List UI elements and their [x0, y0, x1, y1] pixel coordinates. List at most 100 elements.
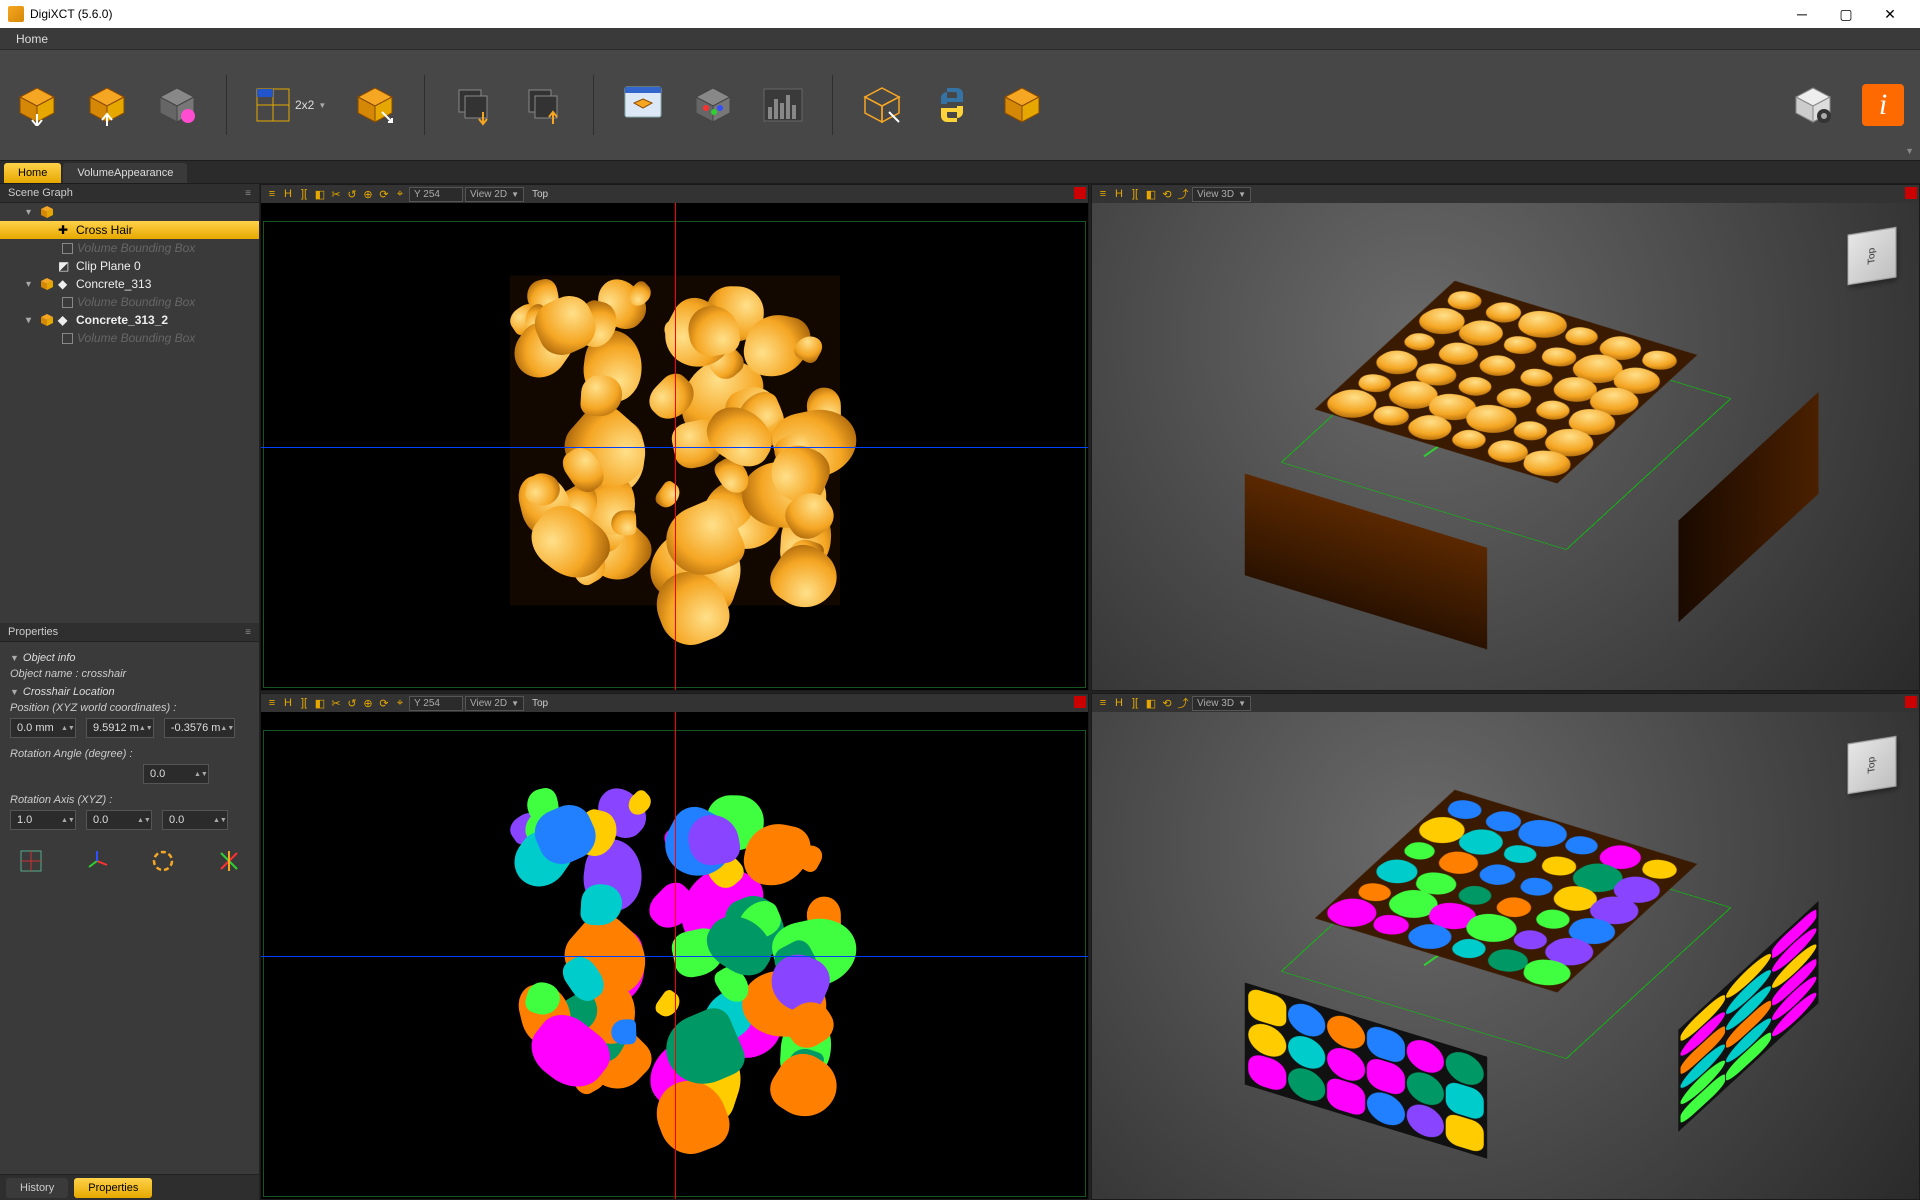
- histogram-icon[interactable]: [762, 84, 804, 126]
- vp-tool-icon[interactable]: H: [1112, 696, 1126, 710]
- vp-tool-icon[interactable]: ⟳: [377, 187, 391, 201]
- vp-tool-icon[interactable]: H: [1112, 187, 1126, 201]
- info-icon[interactable]: i: [1862, 84, 1904, 126]
- reset-rotation-icon[interactable]: [150, 848, 176, 874]
- view-mode-select[interactable]: View 2D ▼: [465, 187, 524, 202]
- nav-cube[interactable]: Top: [1848, 227, 1897, 286]
- section-crosshair-location[interactable]: ▼Crosshair Location: [10, 686, 249, 698]
- align-axes-icon[interactable]: [216, 848, 242, 874]
- vp-tool-icon[interactable]: ⌖: [393, 187, 407, 201]
- tree-vbb-1[interactable]: Volume Bounding Box: [0, 239, 259, 257]
- vp-tool-icon[interactable]: ][: [297, 187, 311, 201]
- vp-tool-icon[interactable]: ✂: [329, 187, 343, 201]
- menu-home[interactable]: Home: [8, 30, 56, 48]
- vp-tool-icon[interactable]: ⊕: [361, 696, 375, 710]
- volume-3d-segmented[interactable]: [1314, 840, 1696, 1043]
- window-minimize-button[interactable]: ─: [1780, 0, 1824, 28]
- vp-tool-icon[interactable]: ↺: [345, 187, 359, 201]
- window-maximize-button[interactable]: ▢: [1824, 0, 1868, 28]
- viewport-canvas[interactable]: [261, 712, 1088, 1199]
- tree-root[interactable]: ▾: [0, 203, 259, 221]
- window-close-button[interactable]: ✕: [1868, 0, 1912, 28]
- vp-tool-icon[interactable]: ↺: [345, 696, 359, 710]
- section-object-info[interactable]: ▼Object info: [10, 652, 249, 664]
- pos-y-input[interactable]: 9.5912 m▲▼: [86, 718, 154, 738]
- vp-tool-icon[interactable]: ≡: [1096, 187, 1110, 201]
- open-volume-icon[interactable]: [16, 84, 58, 126]
- viewport-canvas-3d[interactable]: Top: [1092, 203, 1919, 690]
- tree-vbb-2[interactable]: Volume Bounding Box: [0, 293, 259, 311]
- colormap-cube-icon[interactable]: [692, 84, 734, 126]
- view-mode-select[interactable]: View 3D ▼: [1192, 696, 1251, 711]
- tree-concrete-313-2[interactable]: ▾◆Concrete_313_2: [0, 311, 259, 329]
- vp-tool-icon[interactable]: ⤴: [1176, 696, 1190, 710]
- vp-tool-icon[interactable]: H: [281, 187, 295, 201]
- vp-tool-icon[interactable]: ◧: [313, 187, 327, 201]
- vp-tool-icon[interactable]: ⟲: [1160, 187, 1174, 201]
- vp-tool-icon[interactable]: ][: [1128, 696, 1142, 710]
- panel-options-icon[interactable]: ≡: [245, 188, 251, 199]
- viewport-2d-top-left[interactable]: ≡ H ][ ◧ ✂ ↺ ⊕ ⟳ ⌖ Y 254 View 2D ▼ Top: [260, 184, 1089, 691]
- python-icon[interactable]: [931, 84, 973, 126]
- pos-x-input[interactable]: 0.0 mm▲▼: [10, 718, 76, 738]
- orientation-label[interactable]: Top: [526, 698, 554, 709]
- wire-cube-icon[interactable]: [861, 84, 903, 126]
- vp-tool-icon[interactable]: ◧: [313, 696, 327, 710]
- vp-tool-icon[interactable]: ⤴: [1176, 187, 1190, 201]
- vp-tool-icon[interactable]: ⟲: [1160, 696, 1174, 710]
- solid-cube-icon[interactable]: [1001, 84, 1043, 126]
- orientation-label[interactable]: Top: [526, 189, 554, 200]
- volume-select-icon[interactable]: [156, 84, 198, 126]
- vp-tool-icon[interactable]: ≡: [265, 187, 279, 201]
- viewport-canvas[interactable]: [261, 203, 1088, 690]
- vp-tool-icon[interactable]: H: [281, 696, 295, 710]
- scene-graph-tree[interactable]: ▾ ✚Cross Hair Volume Bounding Box ◩Clip …: [0, 203, 259, 623]
- viewport-3d-bottom-right[interactable]: ≡ H ][ ◧ ⟲ ⤴ View 3D ▼: [1091, 693, 1920, 1200]
- vp-tool-icon[interactable]: ✂: [329, 696, 343, 710]
- axis-x-input[interactable]: 1.0▲▼: [10, 810, 76, 830]
- slice-value[interactable]: Y 254: [409, 187, 463, 202]
- crosshair-vertical[interactable]: [675, 203, 676, 690]
- vp-tool-icon[interactable]: ◧: [1144, 187, 1158, 201]
- slice-value[interactable]: Y 254: [409, 696, 463, 711]
- tab-history[interactable]: History: [6, 1178, 68, 1198]
- vp-tool-icon[interactable]: ⌖: [393, 696, 407, 710]
- vp-tool-icon[interactable]: ⊕: [361, 187, 375, 201]
- tree-crosshair[interactable]: ✚Cross Hair: [0, 221, 259, 239]
- volume-3d[interactable]: [1314, 331, 1696, 534]
- axis-gizmo-icon[interactable]: [84, 848, 110, 874]
- select-cube-icon[interactable]: [354, 84, 396, 126]
- tree-concrete-313[interactable]: ▾◆Concrete_313: [0, 275, 259, 293]
- viewport-3d-top-right[interactable]: ≡ H ][ ◧ ⟲ ⤴ View 3D ▼: [1091, 184, 1920, 691]
- tab-volume-appearance[interactable]: VolumeAppearance: [63, 163, 187, 183]
- rot-angle-input[interactable]: 0.0▲▼: [143, 764, 209, 784]
- vp-tool-icon[interactable]: ◧: [1144, 696, 1158, 710]
- stack-up-icon[interactable]: [523, 84, 565, 126]
- vp-tool-icon[interactable]: ][: [1128, 187, 1142, 201]
- tab-properties[interactable]: Properties: [74, 1178, 152, 1198]
- screenshot-icon[interactable]: [622, 84, 664, 126]
- vp-tool-icon[interactable]: ≡: [1096, 696, 1110, 710]
- vp-tool-icon[interactable]: ⟳: [377, 696, 391, 710]
- export-volume-icon[interactable]: [86, 84, 128, 126]
- crosshair-vertical[interactable]: [675, 712, 676, 1199]
- tree-clipplane[interactable]: ◩Clip Plane 0: [0, 257, 259, 275]
- pos-z-input[interactable]: -0.3576 m▲▼: [164, 718, 236, 738]
- viewport-2d-bottom-left[interactable]: ≡ H ][ ◧ ✂ ↺ ⊕ ⟳ ⌖ Y 254 View 2D ▼ Top: [260, 693, 1089, 1200]
- crosshair-center-icon[interactable]: [18, 848, 44, 874]
- vp-tool-icon[interactable]: ≡: [265, 696, 279, 710]
- vp-tool-icon[interactable]: ][: [297, 696, 311, 710]
- tab-home[interactable]: Home: [4, 163, 61, 183]
- layout-grid-icon[interactable]: 2x2▼: [255, 84, 326, 126]
- settings-cube-icon[interactable]: [1792, 84, 1834, 126]
- viewport-canvas-3d[interactable]: Top: [1092, 712, 1919, 1199]
- tree-vbb-3[interactable]: Volume Bounding Box: [0, 329, 259, 347]
- ribbon-expand-icon[interactable]: ▼: [1905, 146, 1914, 156]
- view-mode-select[interactable]: View 3D ▼: [1192, 187, 1251, 202]
- stack-down-icon[interactable]: [453, 84, 495, 126]
- panel-options-icon[interactable]: ≡: [245, 627, 251, 638]
- nav-cube[interactable]: Top: [1848, 736, 1897, 795]
- view-mode-select[interactable]: View 2D ▼: [465, 696, 524, 711]
- axis-y-input[interactable]: 0.0▲▼: [86, 810, 152, 830]
- axis-z-input[interactable]: 0.0▲▼: [162, 810, 228, 830]
